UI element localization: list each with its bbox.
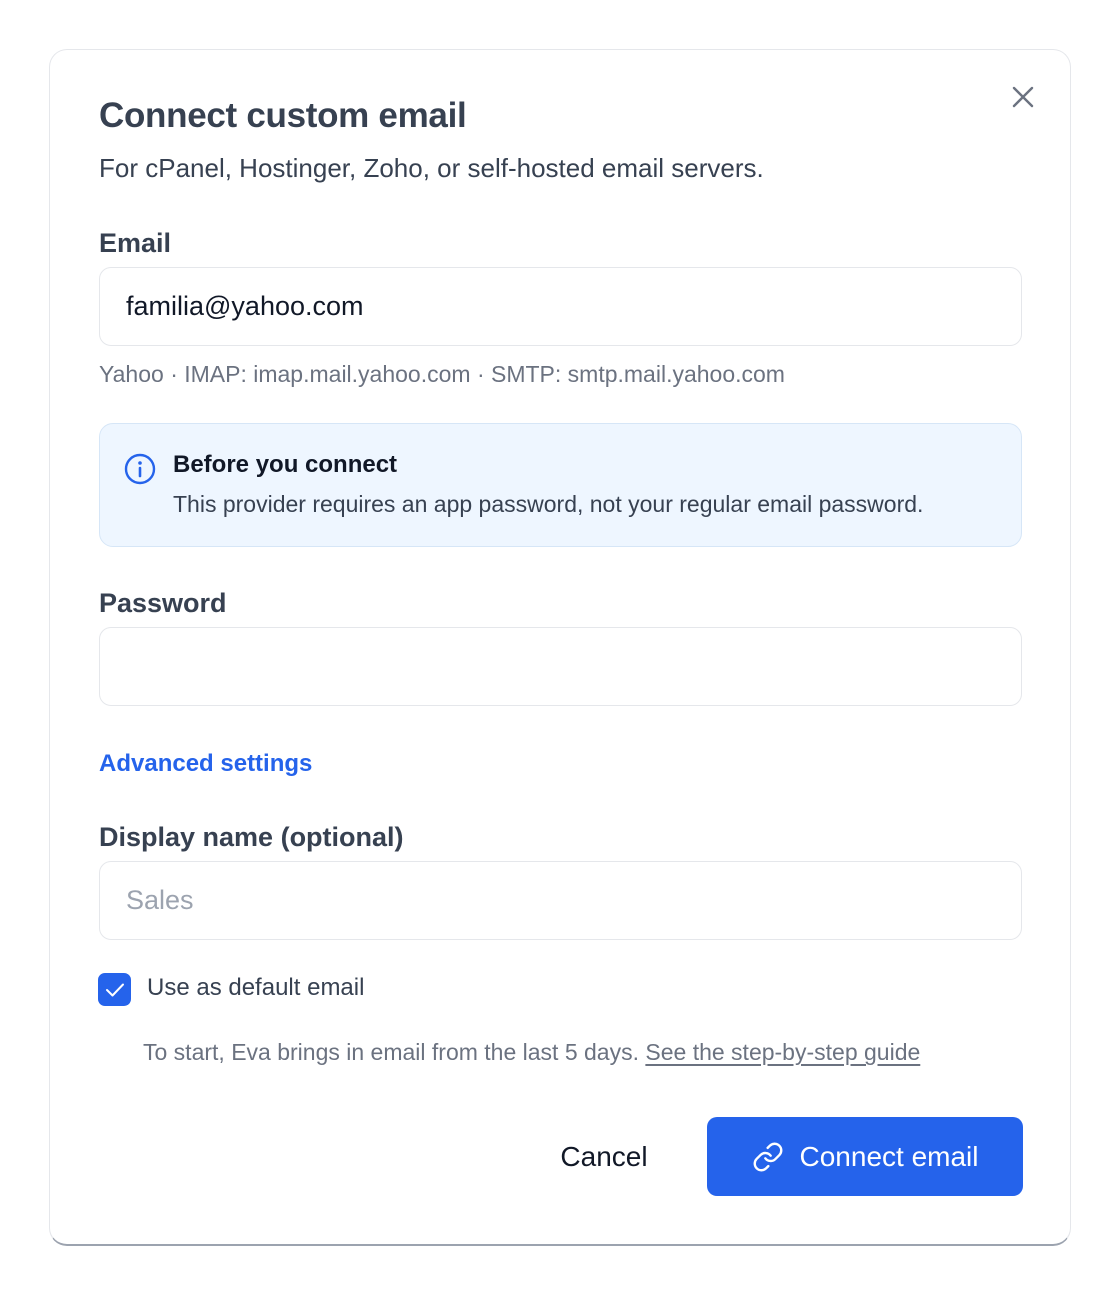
connect-email-label: Connect email: [799, 1140, 979, 1172]
email-label: Email: [99, 228, 172, 258]
default-email-checkbox[interactable]: [98, 973, 131, 1006]
step-by-step-guide-link[interactable]: See the step-by-step guide: [645, 1039, 920, 1065]
link-icon: [753, 1142, 782, 1171]
close-icon: [1012, 86, 1034, 108]
check-icon: [105, 983, 124, 996]
email-input[interactable]: familia@yahoo.com: [99, 267, 1022, 346]
app-password-notice: Before you connect This provider require…: [99, 423, 1022, 547]
connect-email-dialog: Connect custom email For cPanel, Hosting…: [49, 49, 1071, 1246]
dialog-title: Connect custom email: [99, 96, 467, 135]
close-button[interactable]: [1008, 82, 1038, 112]
dialog-subtitle: For cPanel, Hostinger, Zoho, or self-hos…: [99, 153, 764, 183]
footnote-text: To start, Eva brings in email from the l…: [143, 1039, 639, 1065]
sync-footnote: To start, Eva brings in email from the l…: [143, 1039, 920, 1066]
connect-email-button[interactable]: Connect email: [707, 1117, 1023, 1196]
password-label: Password: [99, 588, 227, 618]
notice-body: This provider requires an app password, …: [173, 491, 924, 517]
default-email-label: Use as default email: [147, 974, 365, 1001]
display-name-label: Display name (optional): [99, 822, 404, 852]
password-input[interactable]: [99, 627, 1022, 706]
display-name-input[interactable]: Sales: [99, 861, 1022, 940]
cancel-button[interactable]: Cancel: [539, 1117, 669, 1196]
info-icon: [124, 453, 156, 485]
advanced-settings-link[interactable]: Advanced settings: [99, 750, 312, 778]
notice-title: Before you connect: [173, 451, 398, 478]
email-provider-hint: Yahoo · IMAP: imap.mail.yahoo.com · SMTP…: [99, 361, 785, 387]
